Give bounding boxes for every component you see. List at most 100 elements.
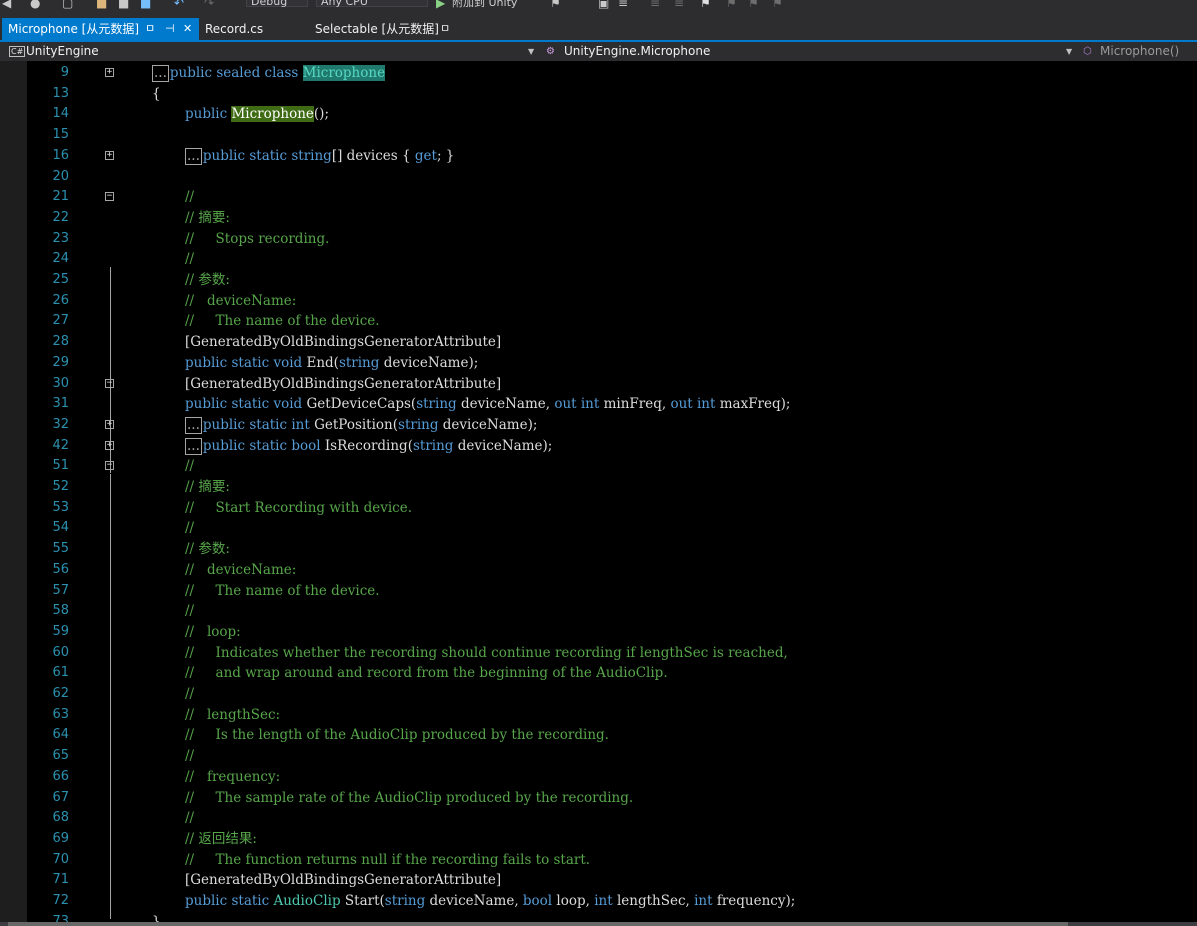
comment: // 参数: <box>185 541 230 558</box>
line-number: 58 <box>52 603 69 619</box>
line-number: 13 <box>52 85 69 101</box>
line-number: 27 <box>52 313 69 329</box>
scrollbar-thumb[interactable] <box>8 922 1068 926</box>
open-folder-icon[interactable]: ■ <box>96 0 107 10</box>
config-value: Debug <box>251 0 288 8</box>
play-icon[interactable]: ▶ <box>436 0 445 10</box>
uncomment-icon[interactable]: ≡ <box>674 0 684 10</box>
project-dropdown[interactable]: C# UnityEngine ▼ <box>4 42 538 61</box>
horizontal-scrollbar[interactable] <box>0 922 1197 926</box>
code-line: 68 // <box>0 808 1197 829</box>
identifier: lengthSec, <box>612 893 695 909</box>
comment: // 摘要: <box>185 479 230 495</box>
close-icon[interactable]: ✕ <box>183 18 192 40</box>
line-number: 61 <box>52 665 69 681</box>
debug-options-icon[interactable]: ⚑ <box>550 0 561 10</box>
code-line: 42 + ... public static bool IsRecording(s… <box>0 436 1197 457</box>
collapsed-region[interactable]: ... <box>185 147 202 165</box>
line-number: 56 <box>52 561 69 577</box>
tab-selectable-label: Selectable [从元数据] <box>315 22 439 36</box>
redo-icon[interactable]: ↷ <box>204 0 214 10</box>
comment: // Is the length of the AudioClip produc… <box>185 727 609 744</box>
comment: // and wrap around and record from the b… <box>185 665 668 682</box>
collapsed-region[interactable]: ... <box>185 437 202 455</box>
new-file-icon[interactable]: ▢ <box>62 0 73 10</box>
code-line: 66 // frequency: <box>0 767 1197 788</box>
code-line: 22 // 摘要: <box>0 208 1197 229</box>
expand-icon[interactable]: + <box>105 68 114 77</box>
line-number: 57 <box>52 582 69 598</box>
code-line: 23 // Stops recording. <box>0 229 1197 250</box>
line-number: 28 <box>52 334 69 350</box>
keyword: int <box>594 893 613 909</box>
keyword: out int <box>670 396 716 413</box>
back-icon[interactable]: ◀ <box>2 0 11 10</box>
line-number: 30 <box>52 375 69 391</box>
line-number: 42 <box>52 437 69 453</box>
pin-icon[interactable]: ⊣ <box>165 18 175 40</box>
keyword: string <box>416 396 457 413</box>
collapse-icon[interactable]: − <box>105 461 114 471</box>
keyword: bool <box>522 893 553 909</box>
class-name: Microphone <box>302 65 386 81</box>
tab-microphone[interactable]: Microphone [从元数据] ㅁ ⊣ ✕ <box>2 18 199 40</box>
comment: // The sample rate of the AudioClip prod… <box>185 789 634 806</box>
expand-icon[interactable]: + <box>105 419 114 429</box>
lock-icon: ㅁ <box>145 22 156 35</box>
code-text: ... public static int GetPosition(string … <box>185 415 537 436</box>
navigation-bar: C# UnityEngine ▼ ⚙ UnityEngine.Microphon… <box>0 42 1197 61</box>
keyword: int <box>694 893 713 909</box>
member-label: Microphone() <box>1100 44 1180 58</box>
expand-icon[interactable]: + <box>105 440 114 450</box>
identifier: frequency); <box>712 893 796 909</box>
member-dropdown[interactable]: ⬡ Microphone() <box>1080 42 1197 61</box>
keyword: public static int <box>202 416 315 433</box>
save-icon[interactable]: ■ <box>118 0 129 10</box>
line-number: 62 <box>52 686 69 701</box>
line-number: 70 <box>52 851 69 867</box>
line-number: 21 <box>52 189 69 205</box>
expand-icon[interactable]: + <box>105 150 114 160</box>
clear-bookmarks-icon[interactable]: ⚑ <box>772 0 783 10</box>
save-all-icon[interactable]: ■ <box>140 0 151 10</box>
solution-icon[interactable]: ▣ <box>598 0 609 10</box>
line-number: 31 <box>52 396 69 412</box>
code-line: 16 + ... public static string[] devices {… <box>0 146 1197 167</box>
prev-bookmark-icon[interactable]: ⚑ <box>726 0 737 10</box>
constructor-name: Microphone <box>231 106 314 123</box>
line-number: 53 <box>52 499 69 515</box>
bookmark-icon[interactable]: ⚑ <box>700 0 711 10</box>
collapsed-region[interactable]: ... <box>185 416 202 434</box>
keyword: public sealed class <box>169 65 303 81</box>
method-name: End( <box>306 354 339 371</box>
attach-button[interactable]: 附加到 Unity <box>452 0 517 9</box>
undo-icon[interactable]: ↶ <box>174 0 184 10</box>
type-dropdown[interactable]: ⚙ UnityEngine.Microphone ▼ <box>542 42 1076 61</box>
forward-icon[interactable]: ● <box>30 0 40 10</box>
line-number: 67 <box>52 789 69 805</box>
identifier: deviceName, <box>456 396 555 413</box>
collapsed-region[interactable]: ... <box>152 65 169 82</box>
next-bookmark-icon[interactable]: ⚑ <box>748 0 759 10</box>
platform-select[interactable]: Any CPU <box>316 0 428 8</box>
comment: // 返回结果: <box>185 830 257 847</box>
config-select[interactable]: Debug <box>246 0 308 8</box>
code-editor[interactable]: 9 + ... public sealed class Microphone 13… <box>0 61 1197 922</box>
method-icon: ⬡ <box>1083 46 1092 57</box>
comment: // <box>185 189 195 206</box>
comment-icon[interactable]: ≡ <box>650 0 660 10</box>
code-line: 59 // loop: <box>0 622 1197 643</box>
code-line: 53 // Start Recording with device. <box>0 498 1197 519</box>
collapse-icon[interactable]: − <box>105 378 114 388</box>
line-number: 65 <box>52 748 69 764</box>
tab-record[interactable]: Record.cs <box>199 18 303 40</box>
code-line: 57 // The name of the device. <box>0 581 1197 602</box>
comment: // The function returns null if the reco… <box>185 851 591 868</box>
line-number: 15 <box>52 127 69 143</box>
collapse-icon[interactable]: − <box>105 192 114 202</box>
code-text: public Microphone(); <box>185 104 329 125</box>
line-number: 51 <box>52 458 69 474</box>
format-icon[interactable]: ≡ <box>618 0 628 10</box>
tab-selectable[interactable]: Selectable [从元数据] ㅁ <box>309 18 459 40</box>
line-number: 22 <box>52 209 69 225</box>
